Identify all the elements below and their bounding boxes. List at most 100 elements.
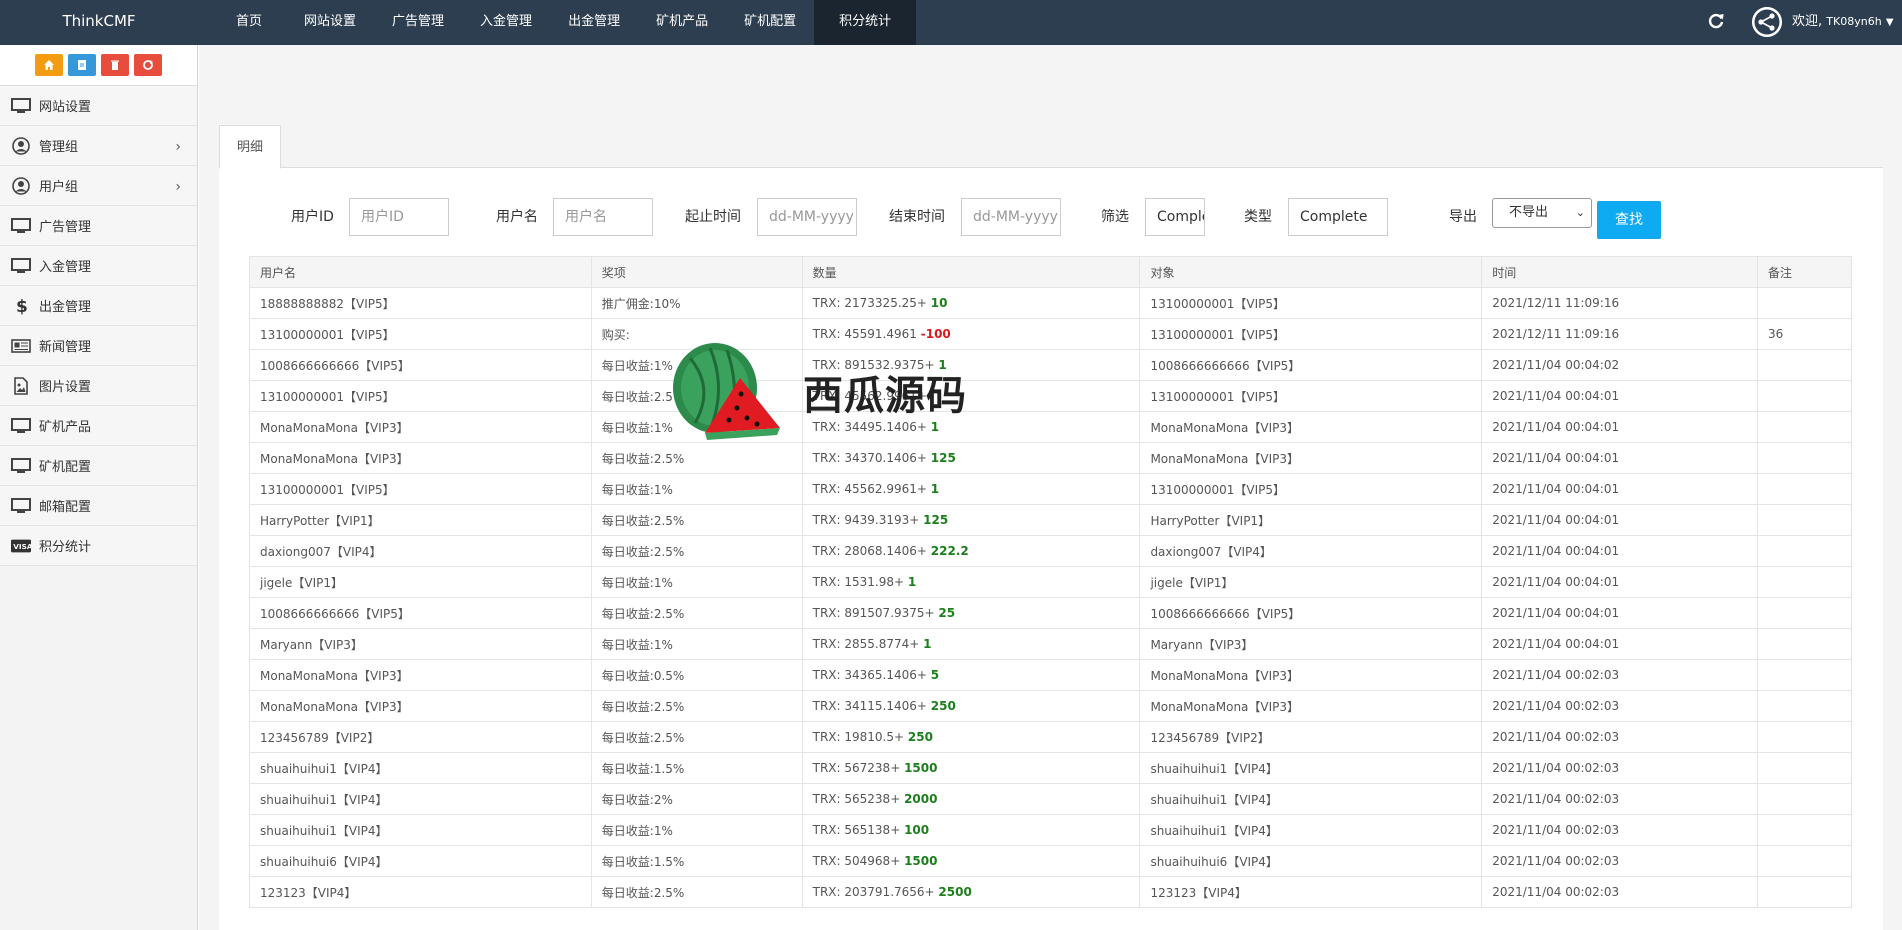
table-row[interactable]: 13100000001【VIP5】 每日收益:2.5 TRX: 45562.9961… — [249, 380, 1852, 412]
nav-item-6[interactable]: 矿机配置 — [726, 0, 814, 45]
sidebar-item-0[interactable]: 网站设置 — [0, 86, 197, 126]
table-row[interactable]: 123456789【VIP2】 每日收益:2.5% TRX: 19810.5+ 25… — [249, 721, 1852, 753]
cell-time: 2021/12/11 11:09:16 — [1481, 318, 1759, 350]
monitor-icon — [11, 256, 31, 276]
sidebar-item-5[interactable]: $ 出金管理 — [0, 286, 197, 326]
cell-time: 2021/11/04 00:02:03 — [1481, 690, 1759, 722]
cell-time: 2021/11/04 00:02:03 — [1481, 783, 1759, 815]
amount-text: TRX: 1531.98+ — [812, 575, 908, 589]
cell-amount: TRX: 2855.8774+ 1 — [801, 628, 1141, 660]
dollar-icon: $ — [11, 296, 31, 316]
sidebar-item-7[interactable]: 图片设置 — [0, 366, 197, 406]
cell-time: 2021/11/04 00:04:01 — [1481, 535, 1759, 567]
username-input[interactable]: 用户名 — [553, 198, 653, 236]
table-row[interactable]: shuaihuihui1【VIP4】 每日收益:2% TRX: 565238+ 20… — [249, 783, 1852, 815]
cell-note — [1757, 628, 1852, 660]
sidebar-item-label: 矿机配置 — [39, 460, 92, 475]
cell-time: 2021/11/04 00:04:01 — [1481, 566, 1759, 598]
cell-target: 123456789【VIP2】 — [1139, 721, 1483, 753]
cell-item: 每日收益:2.5% — [590, 535, 803, 567]
table-row[interactable]: MonaMonaMona【VIP3】 每日收益:2.5% TRX: 34370.14… — [249, 442, 1852, 474]
sidebar-item-9[interactable]: 矿机配置 — [0, 446, 197, 486]
table-row[interactable]: 13100000001【VIP5】 每日收益:1% TRX: 45562.9961+… — [249, 473, 1852, 505]
table-row[interactable]: 1008666666666【VIP5】 每日收益:2.5% TRX: 891507.… — [249, 597, 1852, 629]
refresh-icon[interactable] — [1706, 11, 1726, 31]
avatar[interactable] — [1752, 7, 1782, 37]
sidebar-item-11[interactable]: VISA 积分统计 — [0, 526, 197, 566]
user-circle-icon — [11, 176, 31, 196]
table-row[interactable]: 18888888882【VIP5】 推广佣金:10% TRX: 2173325.25… — [249, 287, 1852, 319]
table-row[interactable]: MonaMonaMona【VIP3】 每日收益:2.5% TRX: 34115.14… — [249, 690, 1852, 722]
cell-time: 2021/11/04 00:02:03 — [1481, 721, 1759, 753]
username-label: 用户名 — [496, 209, 538, 225]
sidebar-menu: 网站设置 管理组 › 用户组 › 广告管理 入金管理 $ 出金管理 新闻管理 图片设置 矿机产品矿机配… — [0, 86, 197, 566]
cell-item: 每日收益:1% — [590, 814, 803, 846]
cell-amount: TRX: 19810.5+ 250 — [801, 721, 1141, 753]
delta-value: 2000 — [904, 792, 938, 806]
cell-user: 1008666666666【VIP5】 — [249, 597, 592, 629]
cell-user: HarryPotter【VIP1】 — [249, 504, 592, 536]
tab-detail[interactable]: 明细 — [219, 125, 282, 169]
table-row[interactable]: shuaihuihui1【VIP4】 每日收益:1.5% TRX: 567238+ … — [249, 752, 1852, 784]
cell-item: 每日收益:2.5% — [590, 721, 803, 753]
home-icon[interactable] — [35, 54, 63, 76]
table-row[interactable]: MonaMonaMona【VIP3】 每日收益:0.5% TRX: 34365.14… — [249, 659, 1852, 691]
table-row[interactable]: MonaMonaMona【VIP3】 每日收益:1% TRX: 34495.1406… — [249, 411, 1852, 443]
trash-icon[interactable] — [101, 54, 129, 76]
cell-note — [1757, 349, 1852, 381]
nav-item-0[interactable]: 首页 — [212, 0, 286, 45]
nav-item-1[interactable]: 网站设置 — [286, 0, 374, 45]
search-button[interactable]: 查找 — [1597, 201, 1661, 239]
user-menu[interactable]: 欢迎, TK08yn6h ▼ — [1792, 0, 1894, 45]
sidebar-item-2[interactable]: 用户组 › — [0, 166, 197, 206]
nav-item-2[interactable]: 广告管理 — [374, 0, 462, 45]
file-icon[interactable] — [68, 54, 96, 76]
table-row[interactable]: 1008666666666【VIP5】 每日收益:1% TRX: 891532.93… — [249, 349, 1852, 381]
cell-target: 1008666666666【VIP5】 — [1139, 597, 1483, 629]
table-row[interactable]: daxiong007【VIP4】 每日收益:2.5% TRX: 28068.1406… — [249, 535, 1852, 567]
cell-user: 13100000001【VIP5】 — [249, 473, 592, 505]
monitor-icon — [11, 496, 31, 516]
nav-item-4[interactable]: 出金管理 — [550, 0, 638, 45]
cell-note — [1757, 287, 1852, 319]
start-date-input[interactable]: dd-MM-yyyy — [757, 198, 857, 236]
cell-time: 2021/11/04 00:02:03 — [1481, 845, 1759, 877]
sidebar-item-10[interactable]: 邮箱配置 — [0, 486, 197, 526]
sidebar-item-1[interactable]: 管理组 › — [0, 126, 197, 166]
nav-item-7[interactable]: 积分统计 — [814, 0, 917, 45]
cell-user: 1008666666666【VIP5】 — [249, 349, 592, 381]
table-row[interactable]: jigele【VIP1】 每日收益:1% TRX: 1531.98+ 1 jigele… — [249, 566, 1852, 598]
type-input[interactable]: Complete — [1288, 198, 1388, 236]
sidebar-item-label: 积分统计 — [39, 540, 92, 555]
table-row[interactable]: 13100000001【VIP5】 购买: TRX: 45591.4961 -100… — [249, 318, 1852, 350]
image-file-icon — [11, 376, 31, 396]
delta-value: 222.2 — [930, 544, 969, 558]
cell-note — [1757, 752, 1852, 784]
export-select[interactable]: 不导出 ⌄ — [1492, 198, 1592, 228]
cell-amount: TRX: 9439.3193+ 125 — [801, 504, 1141, 536]
sidebar-item-6[interactable]: 新闻管理 — [0, 326, 197, 366]
recycle-icon[interactable] — [134, 54, 162, 76]
brand-logo[interactable]: ThinkCMF — [0, 0, 198, 45]
cell-item: 每日收益:1% — [590, 566, 803, 598]
export-select-value: 不导出 — [1509, 205, 1549, 220]
sidebar-item-4[interactable]: 入金管理 — [0, 246, 197, 286]
column-header: 对象 — [1139, 256, 1483, 288]
sidebar-item-8[interactable]: 矿机产品 — [0, 406, 197, 446]
table-row[interactable]: 123123【VIP4】 每日收益:2.5% TRX: 203791.7656+ 2… — [249, 876, 1852, 908]
cell-target: 123123【VIP4】 — [1139, 876, 1483, 908]
filter-input[interactable]: Comple — [1145, 198, 1205, 236]
nav-item-5[interactable]: 矿机产品 — [638, 0, 726, 45]
cell-amount: TRX: 34365.1406+ 5 — [801, 659, 1141, 691]
amount-text: TRX: 9439.3193+ — [812, 513, 924, 527]
sidebar-item-3[interactable]: 广告管理 — [0, 206, 197, 246]
table-row[interactable]: Maryann【VIP3】 每日收益:1% TRX: 2855.8774+ 1 Mar… — [249, 628, 1852, 660]
nav-item-3[interactable]: 入金管理 — [462, 0, 550, 45]
user-id-input[interactable]: 用户ID — [349, 198, 449, 236]
table-row[interactable]: shuaihuihui6【VIP4】 每日收益:1.5% TRX: 504968+ … — [249, 845, 1852, 877]
cell-target: MonaMonaMona【VIP3】 — [1139, 442, 1483, 474]
table-row[interactable]: shuaihuihui1【VIP4】 每日收益:1% TRX: 565138+ 10… — [249, 814, 1852, 846]
table-row[interactable]: HarryPotter【VIP1】 每日收益:2.5% TRX: 9439.3193… — [249, 504, 1852, 536]
end-date-input[interactable]: dd-MM-yyyy — [961, 198, 1061, 236]
cell-amount: TRX: 565138+ 100 — [801, 814, 1141, 846]
